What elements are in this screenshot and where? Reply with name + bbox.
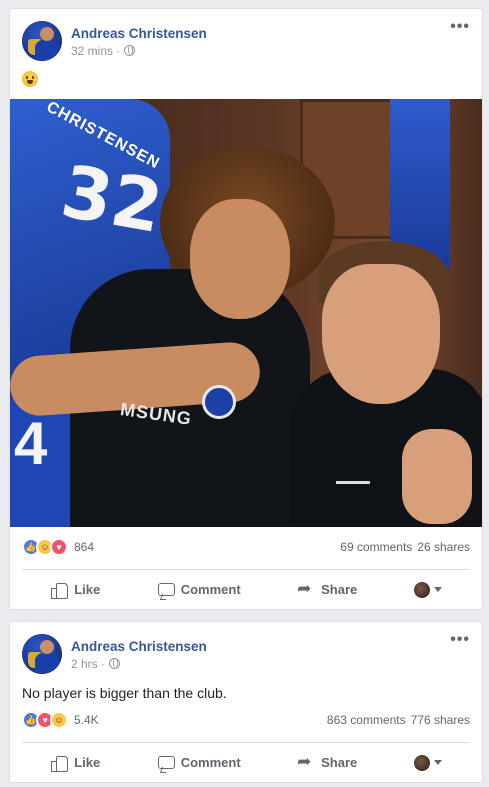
- post-time-row: 32 mins ·: [71, 44, 207, 58]
- like-button[interactable]: Like: [50, 754, 100, 772]
- reactions-summary: 👍 ☺ ♥ 864 69 comments 26 shares: [22, 538, 470, 556]
- share-button[interactable]: Share: [297, 579, 358, 599]
- comment-icon: [157, 581, 175, 599]
- post-header: Andreas Christensen 32 mins ·: [22, 21, 207, 61]
- reaction-icons[interactable]: 👍 ♥ ☺: [22, 711, 68, 729]
- share-button[interactable]: Share: [297, 752, 358, 772]
- reactions-summary: 👍 ♥ ☺ 5.4K 863 comments 776 shares: [22, 711, 470, 729]
- globe-icon: [124, 45, 136, 56]
- comments-count[interactable]: 863 comments: [327, 713, 406, 727]
- share-arrow-icon: [297, 579, 315, 599]
- share-label: Share: [321, 582, 358, 597]
- author-avatar[interactable]: [22, 634, 62, 674]
- jersey-number-text: 32: [55, 148, 169, 250]
- post-meta: Andreas Christensen 32 mins ·: [71, 25, 207, 58]
- haha-reaction-icon: ☺: [50, 711, 68, 729]
- profile-mini-avatar-icon: [413, 754, 430, 771]
- comment-icon: [157, 754, 175, 772]
- thumbs-up-icon: [50, 754, 69, 772]
- post-timestamp[interactable]: 2 hrs: [71, 657, 98, 671]
- comment-button[interactable]: Comment: [157, 754, 241, 772]
- jersey-lower-number-text: 4: [14, 410, 48, 477]
- comment-button[interactable]: Comment: [157, 581, 241, 599]
- like-label: Like: [74, 755, 101, 770]
- love-reaction-icon: ♥: [50, 538, 68, 556]
- post-timestamp[interactable]: 32 mins: [71, 44, 113, 58]
- thumbs-up-icon: [50, 581, 69, 599]
- react-as-selector[interactable]: [413, 581, 442, 598]
- post-actions: Like Comment Share: [22, 569, 470, 609]
- comments-count[interactable]: 69 comments: [340, 540, 412, 554]
- time-separator: ·: [116, 43, 121, 58]
- shares-count[interactable]: 26 shares: [417, 540, 470, 554]
- post-card: Andreas Christensen 32 mins · ••• CHRIST…: [9, 8, 483, 610]
- grimacing-face-emoji-icon: [22, 71, 38, 87]
- post-stats: 863 comments 776 shares: [327, 713, 470, 727]
- more-options-icon[interactable]: •••: [450, 19, 470, 35]
- time-separator: ·: [100, 656, 105, 671]
- post-header: Andreas Christensen 2 hrs ·: [22, 634, 207, 674]
- author-name[interactable]: Andreas Christensen: [71, 25, 207, 43]
- club-badge-icon: [202, 385, 236, 419]
- chevron-down-icon: [433, 760, 442, 765]
- globe-icon: [108, 658, 120, 669]
- reaction-icons[interactable]: 👍 ☺ ♥: [22, 538, 68, 556]
- like-label: Like: [74, 582, 101, 597]
- post-text: [22, 71, 38, 90]
- reaction-count[interactable]: 5.4K: [74, 713, 99, 727]
- more-options-icon[interactable]: •••: [450, 632, 470, 648]
- react-as-selector[interactable]: [413, 754, 442, 771]
- comment-label: Comment: [180, 755, 241, 770]
- post-actions: Like Comment Share: [22, 742, 470, 782]
- post-card: Andreas Christensen 2 hrs · ••• No playe…: [9, 621, 483, 783]
- reaction-count[interactable]: 864: [74, 540, 94, 554]
- chevron-down-icon: [433, 587, 442, 592]
- share-arrow-icon: [297, 752, 315, 772]
- post-stats: 69 comments 26 shares: [340, 540, 470, 554]
- post-time-row: 2 hrs ·: [71, 657, 207, 671]
- author-avatar[interactable]: [22, 21, 62, 61]
- author-name[interactable]: Andreas Christensen: [71, 638, 207, 656]
- post-text: No player is bigger than the club.: [22, 685, 227, 701]
- share-label: Share: [321, 755, 358, 770]
- profile-mini-avatar-icon: [413, 581, 430, 598]
- post-photo[interactable]: CHRISTENSEN 32 4 MSUNG: [10, 99, 482, 527]
- adidas-logo-icon: [336, 464, 370, 484]
- shares-count[interactable]: 776 shares: [411, 713, 470, 727]
- post-meta: Andreas Christensen 2 hrs ·: [71, 638, 207, 671]
- like-button[interactable]: Like: [50, 581, 100, 599]
- comment-label: Comment: [180, 582, 241, 597]
